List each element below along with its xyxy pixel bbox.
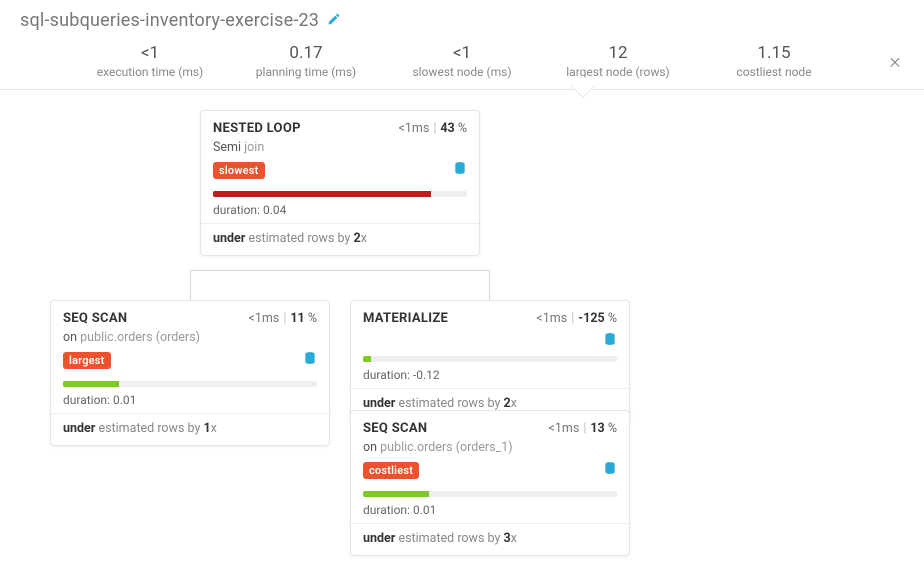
tag-costliest: costliest [363, 462, 419, 479]
plan-node-seq-scan-1[interactable]: SEQ SCAN <1ms|11 % on public.orders (ord… [50, 300, 330, 446]
database-icon[interactable] [603, 332, 617, 350]
database-icon[interactable] [303, 351, 317, 369]
stat-label: execution time (ms) [90, 65, 210, 79]
stat-label: costliest node [714, 65, 834, 79]
stat-value: 0.17 [246, 43, 366, 63]
tag-slowest: slowest [213, 162, 265, 179]
node-subtitle: Semi join [201, 140, 479, 157]
stat-label: slowest node (ms) [402, 65, 522, 79]
progress-bar [51, 381, 329, 389]
database-icon[interactable] [453, 161, 467, 179]
stat-costliest-node: 1.15 costliest node [714, 43, 834, 79]
plan-node-materialize[interactable]: MATERIALIZE <1ms|-125 % duration: -0.12 … [350, 300, 630, 421]
node-estimate: under estimated rows by 1x [51, 414, 329, 445]
connector [190, 270, 490, 300]
edit-icon[interactable] [327, 11, 341, 30]
progress-bar [351, 356, 629, 364]
node-metrics: <1ms|11 % [249, 311, 317, 326]
plan-node-seq-scan-2[interactable]: SEQ SCAN <1ms|13 % on public.orders (ord… [350, 410, 630, 556]
stat-slowest-node: <1 slowest node (ms) [402, 43, 522, 79]
stats-row: <1 execution time (ms) 0.17 planning tim… [0, 37, 924, 90]
node-estimate: under estimated rows by 2x [201, 224, 479, 255]
node-subtitle: on public.orders (orders) [51, 330, 329, 347]
node-duration: duration: 0.04 [201, 199, 479, 223]
stat-value: <1 [90, 43, 210, 63]
node-duration: duration: 0.01 [351, 499, 629, 523]
stat-value: 12 [558, 43, 678, 63]
close-icon[interactable] [888, 54, 902, 73]
node-name: SEQ SCAN [63, 311, 127, 326]
stat-value: <1 [402, 43, 522, 63]
database-icon[interactable] [603, 461, 617, 479]
page-title: sql-subqueries-inventory-exercise-23 [20, 10, 319, 31]
stat-label: planning time (ms) [246, 65, 366, 79]
progress-bar [351, 491, 629, 499]
node-name: MATERIALIZE [363, 311, 448, 326]
node-estimate: under estimated rows by 3x [351, 524, 629, 555]
node-duration: duration: 0.01 [51, 389, 329, 413]
node-metrics: <1ms|43 % [399, 121, 467, 136]
progress-bar [201, 191, 479, 199]
stat-label: largest node (rows) [558, 65, 678, 79]
node-subtitle: on public.orders (orders_1) [351, 440, 629, 457]
node-name: NESTED LOOP [213, 121, 301, 136]
node-metrics: <1ms|13 % [549, 421, 617, 436]
tag-largest: largest [63, 352, 111, 369]
node-metrics: <1ms|-125 % [536, 311, 617, 326]
node-name: SEQ SCAN [363, 421, 427, 436]
stat-planning-time: 0.17 planning time (ms) [246, 43, 366, 79]
stat-execution-time: <1 execution time (ms) [90, 43, 210, 79]
stat-value: 1.15 [714, 43, 834, 63]
plan-node-nested-loop[interactable]: NESTED LOOP <1ms|43 % Semi join slowest … [200, 110, 480, 256]
stat-largest-node: 12 largest node (rows) [558, 43, 678, 79]
node-duration: duration: -0.12 [351, 364, 629, 388]
